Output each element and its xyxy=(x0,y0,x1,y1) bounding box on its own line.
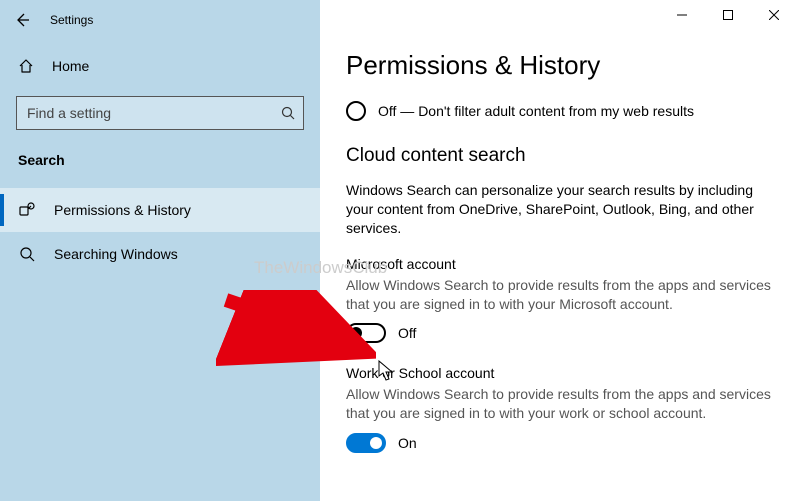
minimize-icon xyxy=(677,10,687,20)
search-windows-icon xyxy=(18,245,36,263)
sidebar: Home Search Permissions & History Search… xyxy=(0,0,320,501)
ms-account-label: Microsoft account xyxy=(346,256,777,272)
setting-work-school-account: Work or School account Allow Windows Sea… xyxy=(346,365,777,453)
find-setting-wrap xyxy=(16,96,304,130)
sidebar-item-label: Searching Windows xyxy=(54,246,178,262)
back-arrow-icon xyxy=(14,12,30,28)
close-icon xyxy=(769,10,779,20)
main-content: Permissions & History Off — Don't filter… xyxy=(320,0,797,501)
minimize-button[interactable] xyxy=(659,0,705,30)
cloud-section-desc: Windows Search can personalize your sear… xyxy=(346,181,766,238)
sidebar-item-searching-windows[interactable]: Searching Windows xyxy=(0,232,320,276)
home-label: Home xyxy=(52,58,89,74)
ms-account-toggle[interactable] xyxy=(346,323,386,343)
safesearch-off-label: Off — Don't filter adult content from my… xyxy=(378,103,694,119)
app-title: Settings xyxy=(44,0,93,40)
ms-account-toggle-state: Off xyxy=(398,325,416,341)
work-account-label: Work or School account xyxy=(346,365,777,381)
sidebar-category: Search xyxy=(0,130,320,180)
maximize-icon xyxy=(723,10,733,20)
sidebar-item-permissions-history[interactable]: Permissions & History xyxy=(0,188,320,232)
ms-account-desc: Allow Windows Search to provide results … xyxy=(346,276,776,314)
sidebar-nav: Permissions & History Searching Windows xyxy=(0,188,320,276)
ms-account-toggle-row: Off xyxy=(346,323,777,343)
permissions-icon xyxy=(18,201,36,219)
titlebar: Settings xyxy=(0,0,797,40)
settings-window: Settings Home xyxy=(0,0,797,501)
home-nav[interactable]: Home xyxy=(0,46,320,86)
find-setting-input[interactable] xyxy=(16,96,304,130)
maximize-button[interactable] xyxy=(705,0,751,30)
work-account-toggle[interactable] xyxy=(346,433,386,453)
work-account-desc: Allow Windows Search to provide results … xyxy=(346,385,776,423)
work-account-toggle-state: On xyxy=(398,435,417,451)
cloud-section-title: Cloud content search xyxy=(346,145,777,167)
page-title: Permissions & History xyxy=(346,50,777,81)
radio-icon xyxy=(346,101,366,121)
close-button[interactable] xyxy=(751,0,797,30)
home-icon xyxy=(18,58,34,74)
search-icon xyxy=(280,105,296,121)
safesearch-off-option[interactable]: Off — Don't filter adult content from my… xyxy=(346,101,777,121)
titlebar-left: Settings xyxy=(0,0,93,40)
back-button[interactable] xyxy=(0,0,44,40)
work-account-toggle-row: On xyxy=(346,433,777,453)
sidebar-item-label: Permissions & History xyxy=(54,202,191,218)
setting-microsoft-account: Microsoft account Allow Windows Search t… xyxy=(346,256,777,344)
